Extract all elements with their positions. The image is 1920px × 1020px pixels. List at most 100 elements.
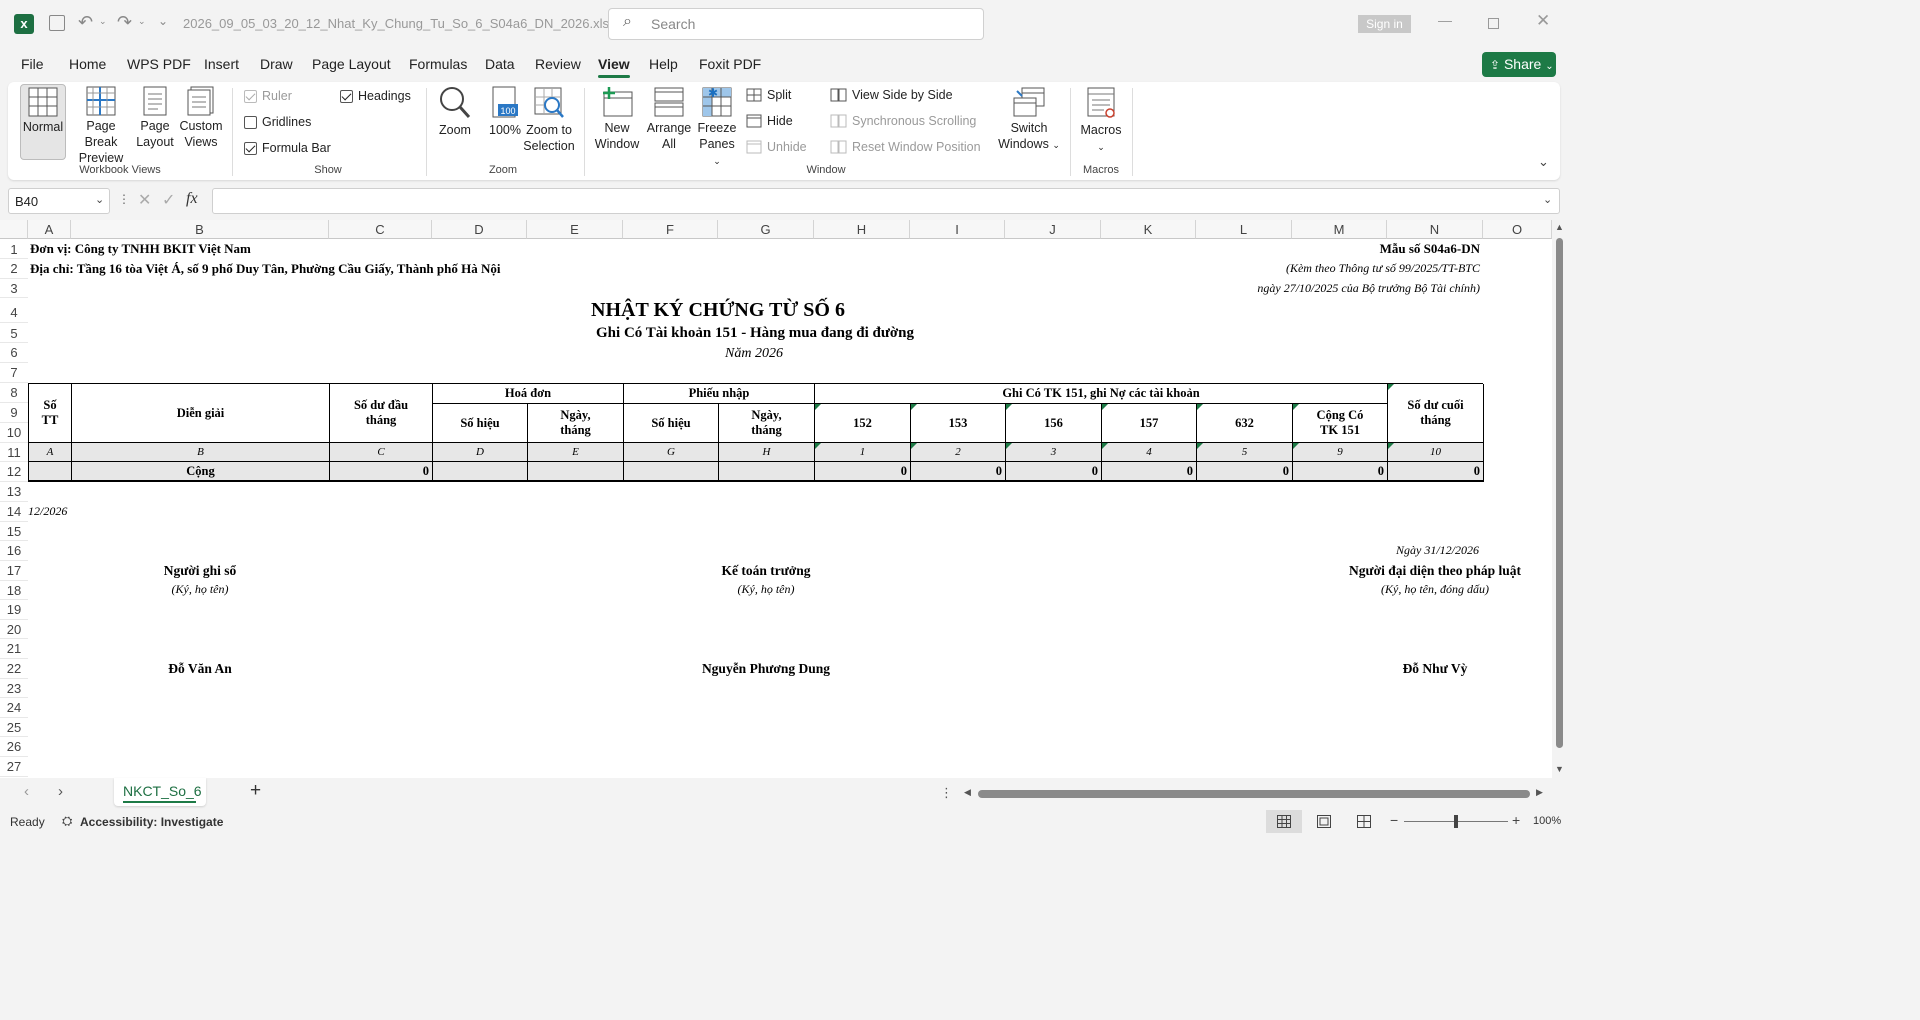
error-indicator-icon[interactable]: [1293, 404, 1299, 410]
minimize-icon[interactable]: —: [1438, 12, 1452, 28]
zoom-to-selection-button[interactable]: Zoom to Selection: [522, 86, 576, 154]
switch-windows-button[interactable]: Switch Windows ⌄: [998, 86, 1060, 153]
row-header[interactable]: 21: [0, 639, 28, 659]
menu-home[interactable]: Home: [69, 56, 106, 72]
column-header-l[interactable]: L: [1196, 220, 1292, 239]
freeze-panes-button[interactable]: ✱ Freeze Panes ⌄: [696, 86, 738, 169]
menu-data[interactable]: Data: [485, 56, 515, 72]
row-header[interactable]: 3: [0, 279, 28, 298]
zoom-slider-thumb[interactable]: [1454, 815, 1458, 828]
page-layout-status-icon[interactable]: [1317, 815, 1331, 828]
view-side-by-side-button[interactable]: View Side by Side: [830, 88, 953, 102]
customize-qat-icon[interactable]: ⌄: [158, 14, 168, 28]
row-header[interactable]: 24: [0, 698, 28, 718]
zoom-button[interactable]: Zoom: [434, 86, 476, 138]
column-header-m[interactable]: M: [1292, 220, 1387, 239]
expand-formula-icon[interactable]: ⌄: [1543, 193, 1552, 206]
row-header[interactable]: 8: [0, 383, 28, 403]
row-header[interactable]: 13: [0, 482, 28, 502]
error-indicator-icon[interactable]: [815, 404, 821, 410]
macros-button[interactable]: Macros ⌄: [1076, 86, 1126, 155]
row-header[interactable]: 26: [0, 737, 28, 757]
error-indicator-icon[interactable]: [1102, 443, 1108, 449]
error-indicator-icon[interactable]: [815, 443, 821, 449]
cancel-entry-icon[interactable]: ✕: [138, 190, 151, 210]
row-header[interactable]: 1: [0, 240, 28, 259]
headings-checkbox[interactable]: Headings: [340, 89, 411, 103]
redo-dropdown-icon[interactable]: ⌄: [138, 16, 146, 27]
close-icon[interactable]: ✕: [1536, 11, 1550, 31]
sheet-tab-nkct-so-6[interactable]: NKCT_So_6: [114, 778, 206, 806]
reset-window-position-button[interactable]: Reset Window Position: [830, 140, 981, 154]
row-header[interactable]: 17: [0, 561, 28, 581]
column-header-e[interactable]: E: [527, 220, 623, 239]
menu-help[interactable]: Help: [649, 56, 678, 72]
formula-bar-checkbox[interactable]: Formula Bar: [244, 141, 331, 155]
ruler-checkbox[interactable]: Ruler: [244, 89, 292, 103]
zoom-in-icon[interactable]: +: [1512, 812, 1520, 828]
column-header-b[interactable]: B: [71, 220, 329, 239]
row-header[interactable]: 22: [0, 659, 28, 679]
row-header[interactable]: 9: [0, 403, 28, 423]
menu-insert[interactable]: Insert: [204, 56, 239, 72]
name-box[interactable]: B40 ⌄: [8, 188, 110, 214]
row-header[interactable]: 27: [0, 757, 28, 777]
worksheet-grid[interactable]: A B C D E F G H I J K L M N O 1 2 3 4 5 …: [0, 220, 1552, 778]
column-header-k[interactable]: K: [1101, 220, 1196, 239]
name-box-dropdown-icon[interactable]: ⌄: [95, 193, 104, 206]
column-header-j[interactable]: J: [1005, 220, 1101, 239]
column-header-n[interactable]: N: [1387, 220, 1483, 239]
formula-options-icon[interactable]: ⋮: [118, 192, 130, 206]
error-indicator-icon[interactable]: [1388, 443, 1394, 449]
error-indicator-icon[interactable]: [1197, 404, 1203, 410]
scroll-up-icon[interactable]: ▲: [1555, 222, 1564, 232]
menu-view[interactable]: View: [598, 56, 630, 78]
redo-icon[interactable]: ↷: [117, 12, 132, 33]
horizontal-scroll-thumb[interactable]: [978, 790, 1530, 798]
menu-wps-pdf[interactable]: WPS PDF: [127, 56, 191, 72]
row-header[interactable]: 5: [0, 323, 28, 343]
column-header-o[interactable]: O: [1483, 220, 1552, 239]
row-header[interactable]: 4: [0, 298, 28, 323]
error-indicator-icon[interactable]: [911, 404, 917, 410]
menu-review[interactable]: Review: [535, 56, 581, 72]
accessibility-status[interactable]: Accessibility: Investigate: [80, 815, 223, 829]
row-header[interactable]: 6: [0, 343, 28, 363]
column-header-a[interactable]: A: [28, 220, 71, 239]
column-header-g[interactable]: G: [718, 220, 814, 239]
scroll-down-icon[interactable]: ▼: [1555, 764, 1564, 774]
unhide-button[interactable]: Unhide: [746, 140, 807, 154]
menu-draw[interactable]: Draw: [260, 56, 293, 72]
row-header[interactable]: 12: [0, 462, 28, 482]
search-box[interactable]: ⌕ Search: [608, 8, 984, 40]
error-indicator-icon[interactable]: [1006, 404, 1012, 410]
accessibility-icon[interactable]: ⛭: [62, 813, 72, 829]
menu-page-layout[interactable]: Page Layout: [312, 56, 391, 72]
synchronous-scrolling-button[interactable]: Synchronous Scrolling: [830, 114, 976, 128]
insert-function-icon[interactable]: fx: [186, 190, 198, 208]
restore-icon[interactable]: [1488, 18, 1499, 29]
column-header-f[interactable]: F: [623, 220, 718, 239]
row-header[interactable]: 20: [0, 620, 28, 639]
save-icon[interactable]: [49, 15, 65, 31]
sign-in-button[interactable]: Sign in: [1358, 15, 1411, 33]
split-button[interactable]: Split: [746, 88, 791, 102]
vertical-scrollbar[interactable]: ▲ ▼: [1552, 220, 1568, 778]
zoom-out-icon[interactable]: −: [1390, 812, 1398, 828]
scroll-left-icon[interactable]: ◀: [964, 787, 971, 798]
collapse-ribbon-icon[interactable]: ⌄: [1538, 154, 1549, 170]
next-sheet-icon[interactable]: ›: [58, 783, 63, 800]
undo-dropdown-icon[interactable]: ⌄: [99, 16, 107, 27]
row-header[interactable]: 7: [0, 363, 28, 383]
column-header-h[interactable]: H: [814, 220, 910, 239]
error-indicator-icon[interactable]: [1102, 404, 1108, 410]
error-indicator-icon[interactable]: [1388, 384, 1394, 390]
normal-view-status-button[interactable]: [1266, 810, 1302, 833]
row-header[interactable]: 25: [0, 718, 28, 737]
column-header-i[interactable]: I: [910, 220, 1005, 239]
zoom-level[interactable]: 100%: [1533, 815, 1561, 827]
undo-icon[interactable]: ↶: [78, 12, 93, 33]
add-sheet-button[interactable]: +: [250, 780, 261, 802]
zoom-100-button[interactable]: 100 100%: [484, 86, 526, 138]
error-indicator-icon[interactable]: [1197, 443, 1203, 449]
